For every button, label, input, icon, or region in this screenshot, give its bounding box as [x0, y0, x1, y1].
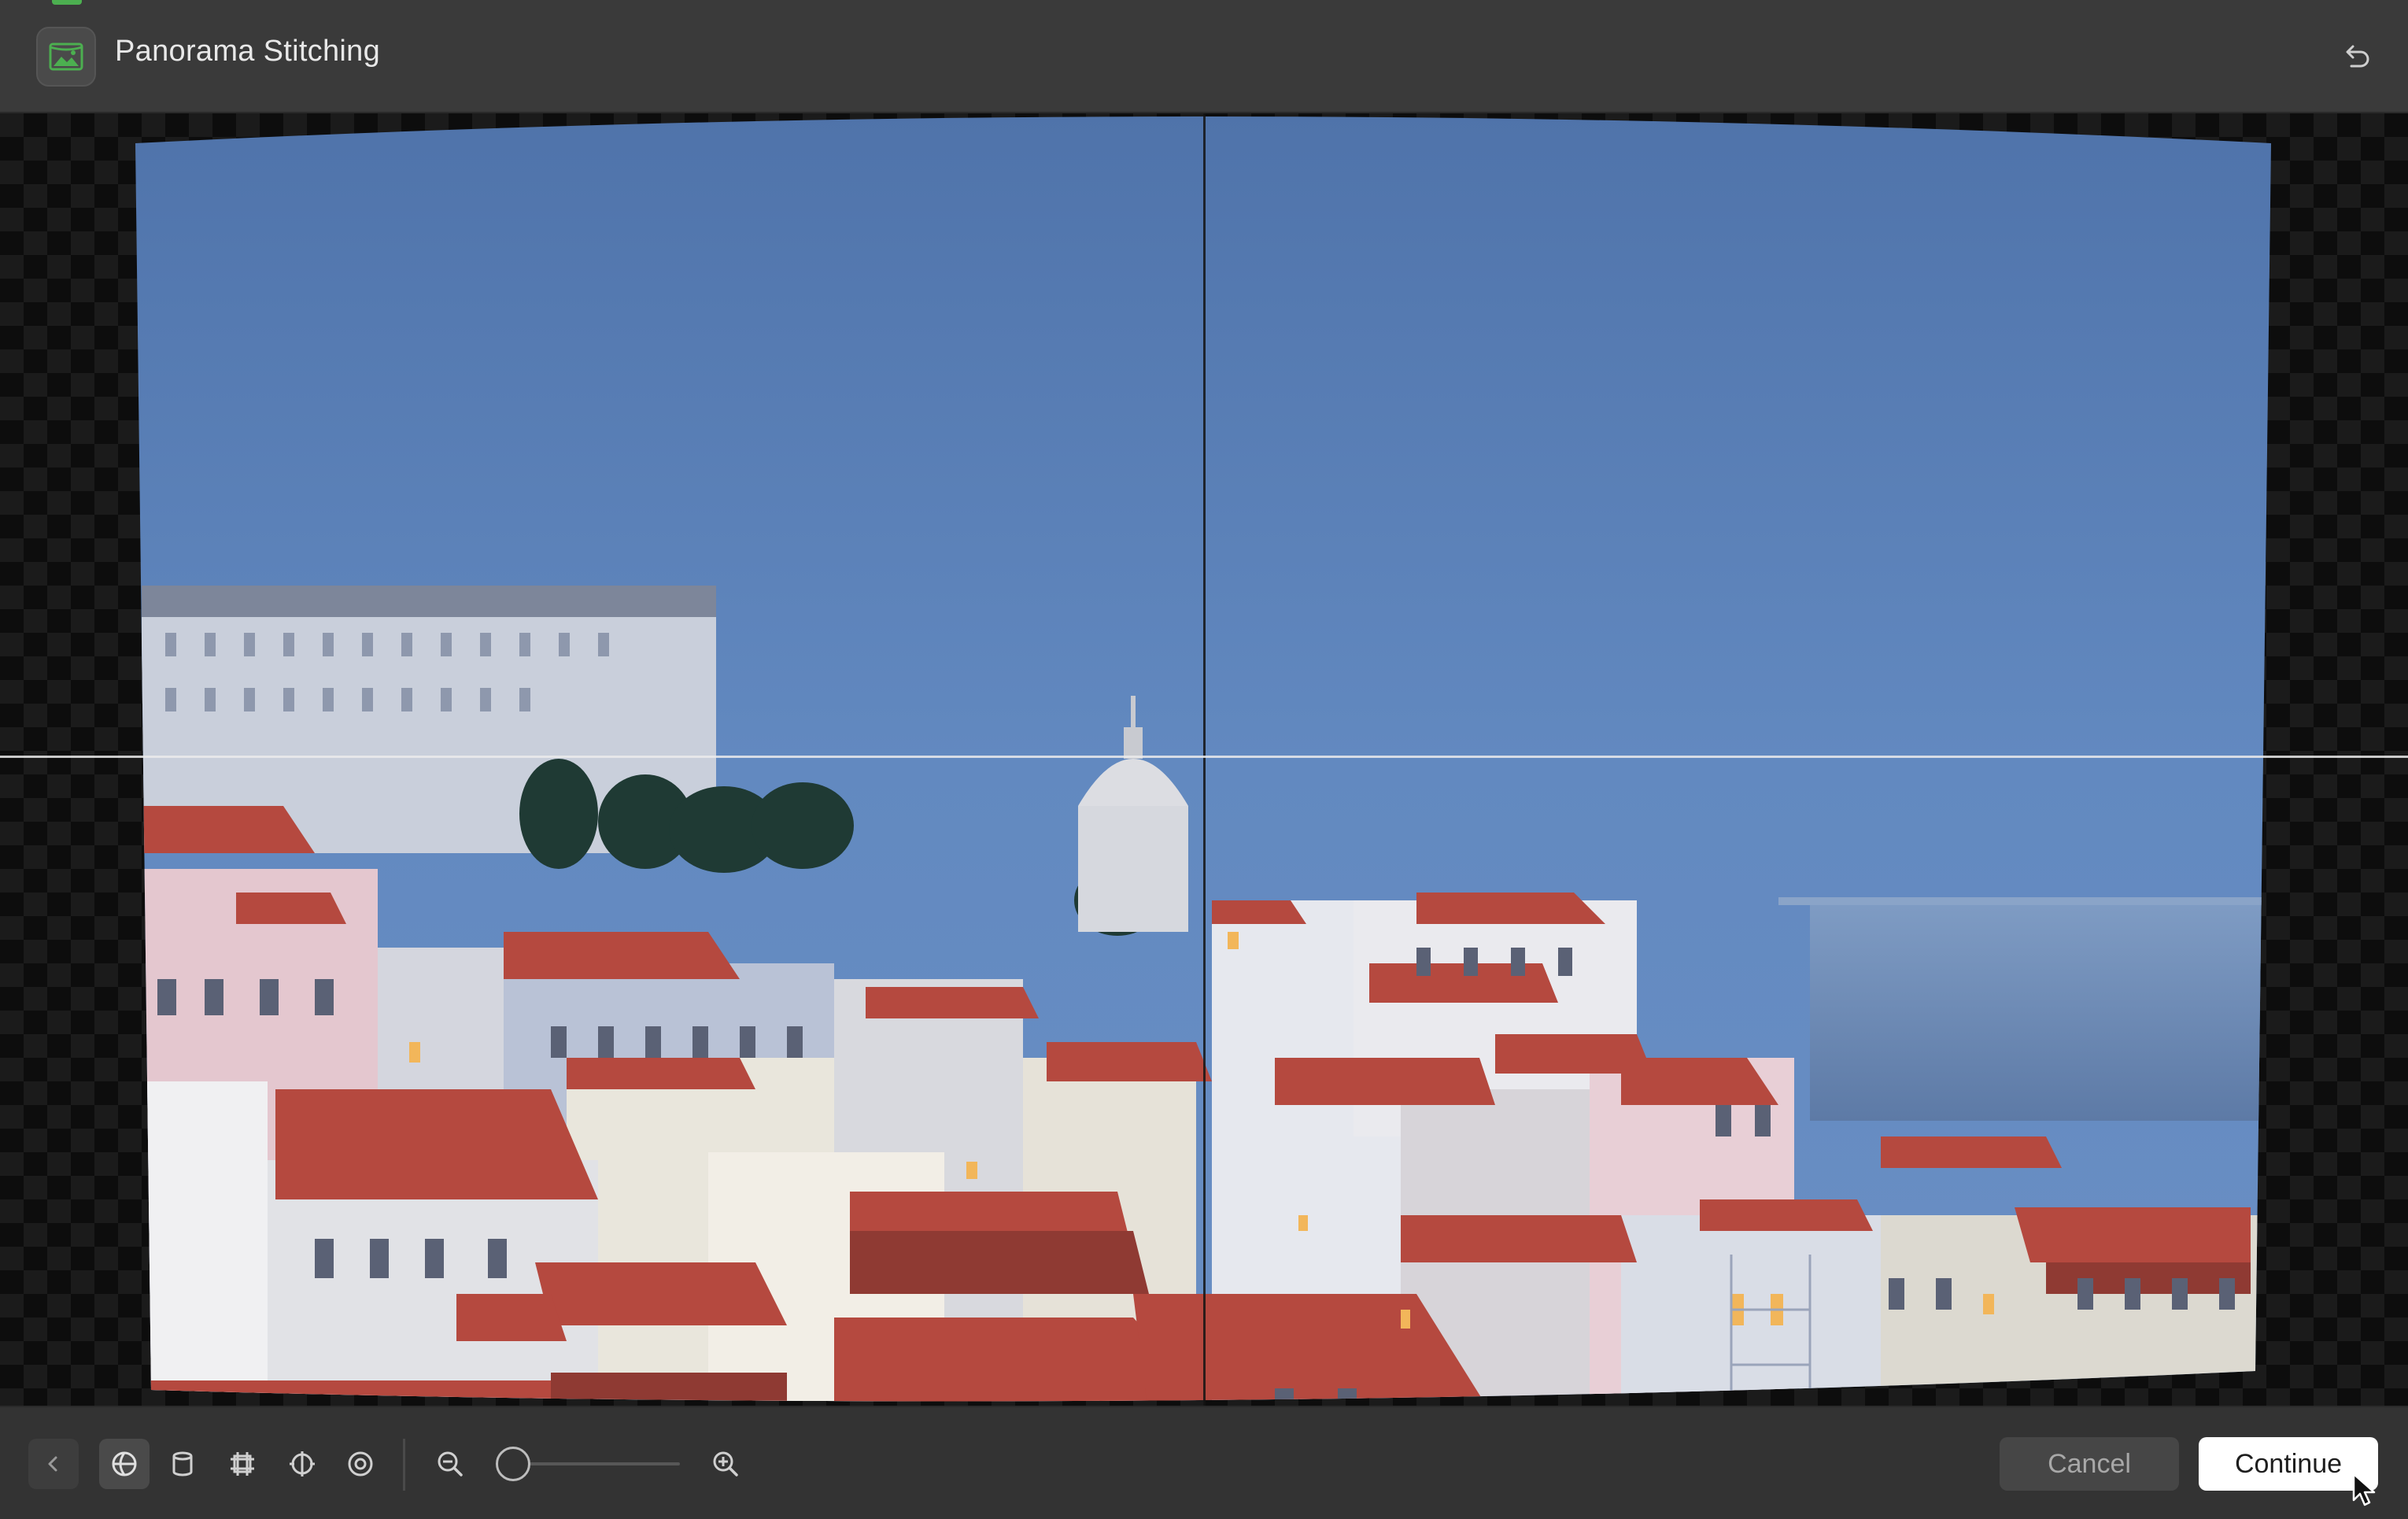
zoom-slider-track[interactable] [513, 1462, 680, 1465]
zoom-slider-knob[interactable] [496, 1447, 530, 1481]
bottom-toolbar: Cancel Continue [0, 1406, 2408, 1519]
toolbar-divider [403, 1439, 405, 1491]
vertical-guide-line[interactable] [1203, 113, 1206, 1406]
cancel-button[interactable]: Cancel [2000, 1437, 2179, 1491]
little-planet-icon[interactable] [335, 1439, 386, 1489]
perspective-grid-icon[interactable] [217, 1439, 268, 1489]
panorama-photo-icon [36, 27, 96, 87]
title-bar: Panorama Stitching [0, 0, 2408, 113]
cylindrical-projection-icon[interactable] [157, 1439, 208, 1489]
fisheye-projection-icon[interactable] [277, 1439, 327, 1489]
zoom-in-icon[interactable] [700, 1439, 751, 1489]
zoom-out-icon[interactable] [425, 1439, 475, 1489]
mouse-pointer-icon [2352, 1473, 2376, 1506]
panorama-canvas[interactable] [0, 113, 2408, 1406]
app-indicator [52, 0, 82, 5]
chevron-left-icon[interactable] [28, 1439, 79, 1489]
window-title: Panorama Stitching [115, 35, 381, 68]
spherical-projection-icon[interactable] [99, 1439, 150, 1489]
undo-arrow-icon[interactable] [2334, 35, 2378, 79]
horizontal-guide-line[interactable] [0, 756, 2408, 758]
